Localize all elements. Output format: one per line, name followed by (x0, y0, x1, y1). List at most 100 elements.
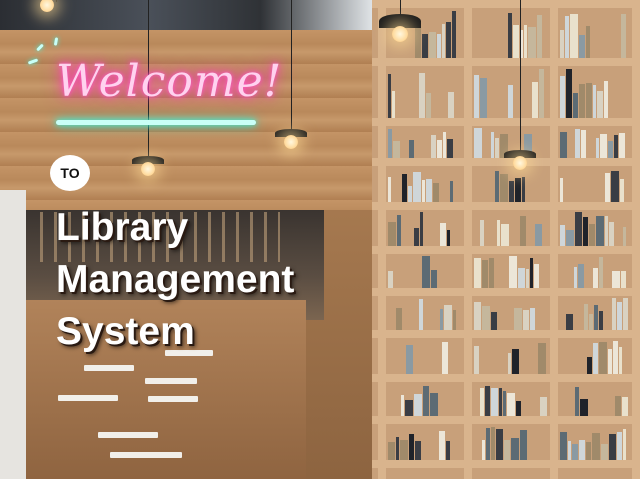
book-spine (419, 298, 423, 330)
book-spine (422, 33, 428, 58)
book-spine (579, 34, 585, 58)
book-spine (530, 258, 533, 288)
book-spine (528, 27, 536, 58)
book-spine (447, 139, 453, 158)
book-spine (504, 439, 510, 460)
book-spine (620, 178, 624, 202)
book-spine (572, 443, 578, 460)
lamp-cord (56, 0, 57, 2)
title-line: Management (56, 258, 295, 301)
book-spine (604, 80, 608, 118)
book-spine (440, 308, 443, 330)
book-spine (614, 135, 618, 158)
book-spine (392, 90, 395, 118)
book-spine (597, 90, 603, 118)
book-spine (580, 398, 588, 416)
pendant-lamp (132, 156, 164, 176)
book-spine (587, 357, 592, 374)
welcome-neon-sign: Welcome! (56, 56, 283, 107)
shelf-board (372, 246, 640, 254)
pillar (0, 190, 26, 479)
book-spine (396, 436, 399, 460)
stair-step (145, 378, 197, 384)
book-spine (482, 259, 488, 288)
book-spine (605, 215, 608, 246)
book-spine (526, 269, 529, 288)
book-spine (540, 396, 547, 416)
book-spine (495, 171, 499, 202)
book-spine (583, 217, 588, 246)
book-spine (495, 137, 499, 158)
book-spine (589, 313, 593, 330)
shelf-board (372, 330, 640, 338)
book-spine (534, 263, 539, 288)
stair-step (84, 365, 134, 371)
book-spine (509, 255, 517, 288)
shelf-board (372, 460, 640, 468)
book-spine (480, 77, 487, 118)
book-spine (442, 24, 445, 58)
book-spine (515, 178, 521, 202)
book-spine (503, 390, 506, 416)
book-spine (509, 181, 514, 202)
book-spine (593, 85, 596, 118)
shelf-board (372, 202, 640, 210)
shelf-board (372, 118, 640, 126)
book-spine (482, 440, 485, 460)
book-spine (566, 68, 572, 118)
book-spine (491, 426, 495, 460)
shelf-board (372, 0, 640, 8)
book-spine (426, 93, 431, 118)
book-spine (489, 257, 494, 288)
book-spine (499, 388, 502, 416)
book-spine (560, 29, 564, 58)
book-spine (453, 309, 456, 330)
book-spine (397, 215, 401, 246)
book-spine (617, 302, 622, 330)
book-spine (575, 128, 580, 158)
book-spine (601, 443, 608, 460)
book-spine (599, 256, 603, 288)
shelf-post (550, 0, 558, 479)
book-spine (486, 428, 490, 460)
book-spine (524, 25, 527, 58)
book-spine (491, 311, 497, 330)
book-spine (560, 131, 567, 158)
book-spine (560, 177, 563, 202)
shelf-board (372, 58, 640, 66)
title-line: Library (56, 206, 189, 249)
book-spine (508, 84, 513, 118)
shelf-board (372, 288, 640, 296)
book-spine (581, 129, 586, 158)
book-spine (429, 31, 436, 58)
book-spine (501, 224, 509, 246)
stair-step (110, 452, 182, 458)
book-spine (608, 348, 612, 374)
shelf-post (378, 0, 386, 479)
book-spine (388, 222, 396, 246)
book-spine (599, 310, 603, 330)
book-spine (408, 185, 412, 202)
book-spine (579, 84, 585, 118)
book-spine (474, 257, 481, 288)
book-spine (402, 173, 407, 202)
book-spine (437, 34, 441, 58)
book-spine (538, 342, 546, 374)
book-spine (617, 432, 622, 460)
book-spine (586, 83, 592, 118)
pendant-lamp (504, 150, 536, 170)
book-spine (409, 434, 414, 460)
book-spine (565, 16, 569, 58)
book-spine (535, 224, 542, 246)
book-spine (482, 306, 490, 330)
book-spine (485, 385, 490, 416)
book-spine (452, 10, 456, 58)
book-spine (431, 134, 436, 158)
book-spine (599, 341, 607, 374)
book-spine (388, 129, 392, 158)
book-spine (512, 348, 519, 374)
book-spine (414, 228, 419, 246)
lamp-cord (520, 0, 521, 152)
book-spine (400, 440, 408, 460)
book-spine (491, 388, 498, 416)
